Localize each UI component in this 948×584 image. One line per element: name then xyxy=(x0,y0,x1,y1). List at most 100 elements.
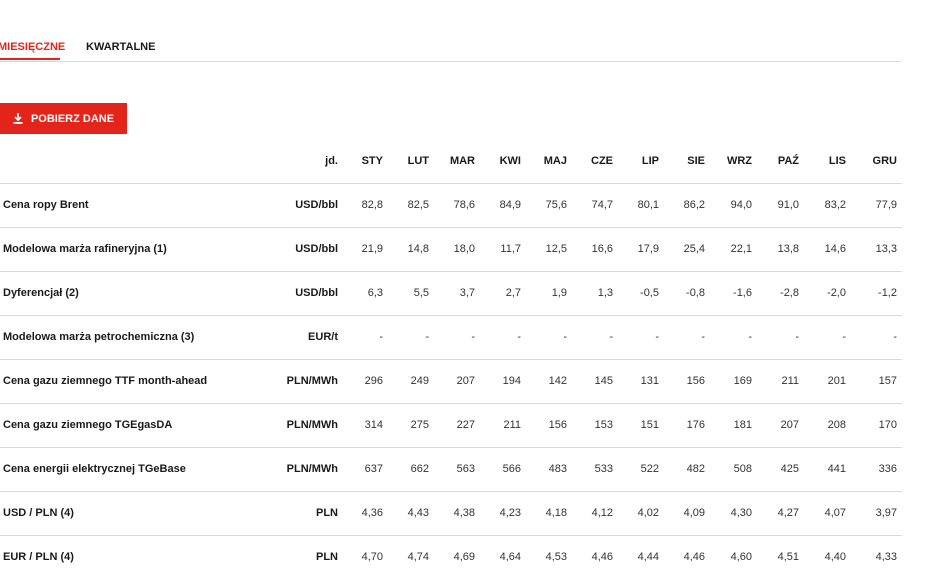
tab-quarterly[interactable]: KWARTALNE xyxy=(86,41,155,53)
table-cell: 176 xyxy=(686,419,705,431)
table-header-row: jd. STY LUT MAR KWI MAJ CZE LIP SIE WRZ … xyxy=(0,139,902,183)
table-cell: 156 xyxy=(548,419,567,431)
table-cell: - xyxy=(795,331,799,343)
table-cell: 563 xyxy=(456,463,475,475)
table-cell: - xyxy=(471,331,475,343)
row-unit: USD/bbl xyxy=(295,287,338,299)
table-cell: - xyxy=(655,331,659,343)
table-cell: 77,9 xyxy=(875,199,897,211)
table-cell: 211 xyxy=(781,375,799,387)
table-cell: 4,64 xyxy=(499,551,521,564)
row-unit: EUR/t xyxy=(308,331,338,343)
table-cell: 4,12 xyxy=(591,507,613,519)
table-cell: 2,7 xyxy=(505,287,521,299)
table-cell: 4,69 xyxy=(453,551,475,564)
table-cell: 169 xyxy=(733,375,752,387)
table-cell: -2,8 xyxy=(780,287,799,299)
table-cell: 145 xyxy=(594,375,613,387)
tab-quarterly-label: KWARTALNE xyxy=(86,41,156,53)
table-cell: 86,2 xyxy=(683,199,705,211)
header-month: MAJ xyxy=(543,154,567,167)
table-cell: 662 xyxy=(410,463,429,475)
row-label: USD / PLN (4) xyxy=(3,507,74,519)
table-cell: 74,7 xyxy=(591,199,613,211)
table-cell: 14,8 xyxy=(407,243,429,255)
table-cell: 508 xyxy=(733,463,752,475)
table-cell: 11,7 xyxy=(500,243,521,255)
table-cell: 482 xyxy=(686,463,705,475)
table-cell: 211 xyxy=(503,419,521,431)
row-unit: USD/bbl xyxy=(295,199,338,211)
table-cell: 4,38 xyxy=(453,507,475,519)
row-unit: PLN xyxy=(316,507,338,519)
row-label: Cena gazu ziemnego TGEgasDA xyxy=(3,419,173,431)
table-cell: 84,9 xyxy=(499,199,521,211)
table-cell: 3,97 xyxy=(875,507,897,519)
header-month: LIS xyxy=(828,154,846,167)
header-month: STY xyxy=(361,154,383,167)
table-cell: 201 xyxy=(827,375,846,387)
table-cell: 16,6 xyxy=(591,243,613,255)
table-body: Cena ropy Brent USD/bbl 82,8 82,5 78,6 84,9 75… xyxy=(0,183,902,579)
table-row: Cena gazu ziemnego TGEgasDA PLN/MWh 314 275… xyxy=(0,403,902,447)
table-cell: -1,6 xyxy=(733,287,752,299)
header-month: MAR xyxy=(449,154,475,167)
table-cell: 94,0 xyxy=(730,199,752,211)
table-cell: 25,4 xyxy=(683,243,705,255)
table-cell: 4,27 xyxy=(777,507,799,519)
header-unit: jd. xyxy=(325,154,338,167)
table-cell: 13,8 xyxy=(777,243,799,255)
row-label: EUR / PLN (4) xyxy=(3,551,74,564)
table-cell: 142 xyxy=(548,375,567,387)
header-month: SIE xyxy=(687,154,705,167)
download-data-button[interactable]: POBIERZ DANE xyxy=(0,103,127,134)
row-label: Modelowa marża petrochemiczna (3) xyxy=(3,331,195,343)
table-cell: 14,6 xyxy=(824,243,846,255)
table-cell: 4,46 xyxy=(591,551,613,564)
table-cell: 5,5 xyxy=(413,287,429,299)
table-cell: 4,36 xyxy=(361,507,383,519)
table-row: Modelowa marża petrochemiczna (3) EUR/t - -… xyxy=(0,315,902,359)
download-icon xyxy=(13,113,23,124)
table-cell: - xyxy=(748,331,752,343)
table-cell: 4,51 xyxy=(777,551,799,564)
table-row: Modelowa marża rafineryjna (1) USD/bbl 21,… xyxy=(0,227,902,271)
table-cell: 153 xyxy=(594,419,613,431)
table-cell: 4,30 xyxy=(730,507,752,519)
table-cell: 4,60 xyxy=(730,551,752,564)
table-cell: 12,5 xyxy=(545,243,567,255)
table-cell: 425 xyxy=(780,463,799,475)
table-cell: 4,70 xyxy=(361,551,383,564)
table-cell: -0,5 xyxy=(640,287,659,299)
table-cell: 157 xyxy=(878,375,897,387)
table-cell: 156 xyxy=(686,375,705,387)
table-cell: - xyxy=(425,331,429,343)
table-cell: 275 xyxy=(410,419,429,431)
table-cell: 6,3 xyxy=(367,287,383,299)
macro-indicators-table: jd. STY LUT MAR KWI MAJ CZE LIP SIE WRZ … xyxy=(0,139,902,579)
row-label: Dyferencjał (2) xyxy=(3,287,79,299)
table-cell: 207 xyxy=(456,375,475,387)
table-cell: 637 xyxy=(364,463,383,475)
table-cell: 1,3 xyxy=(597,287,613,299)
table-cell: 17,9 xyxy=(637,243,659,255)
table-cell: 4,43 xyxy=(407,507,429,519)
row-unit: PLN/MWh xyxy=(286,463,338,475)
active-tab-underline xyxy=(0,58,60,60)
table-cell: - xyxy=(609,331,613,343)
table-cell: 91,0 xyxy=(777,199,799,211)
table-cell: 4,46 xyxy=(683,551,705,564)
row-unit: PLN/MWh xyxy=(286,419,338,431)
table-cell: 314 xyxy=(364,419,383,431)
table-cell: 4,74 xyxy=(407,551,429,564)
table-cell: 3,7 xyxy=(459,287,475,299)
table-row: Cena ropy Brent USD/bbl 82,8 82,5 78,6 84,9 75… xyxy=(0,183,902,227)
table-cell: -2,0 xyxy=(827,287,846,299)
row-unit: PLN/MWh xyxy=(286,375,338,387)
table-cell: - xyxy=(893,331,897,343)
table-cell: 483 xyxy=(548,463,567,475)
row-label: Cena energii elektrycznej TGeBase xyxy=(3,463,186,475)
header-month: PAŹ xyxy=(777,154,799,167)
table-cell: 4,07 xyxy=(824,507,846,519)
tab-monthly[interactable]: MIESIĘCZNE xyxy=(0,41,65,60)
